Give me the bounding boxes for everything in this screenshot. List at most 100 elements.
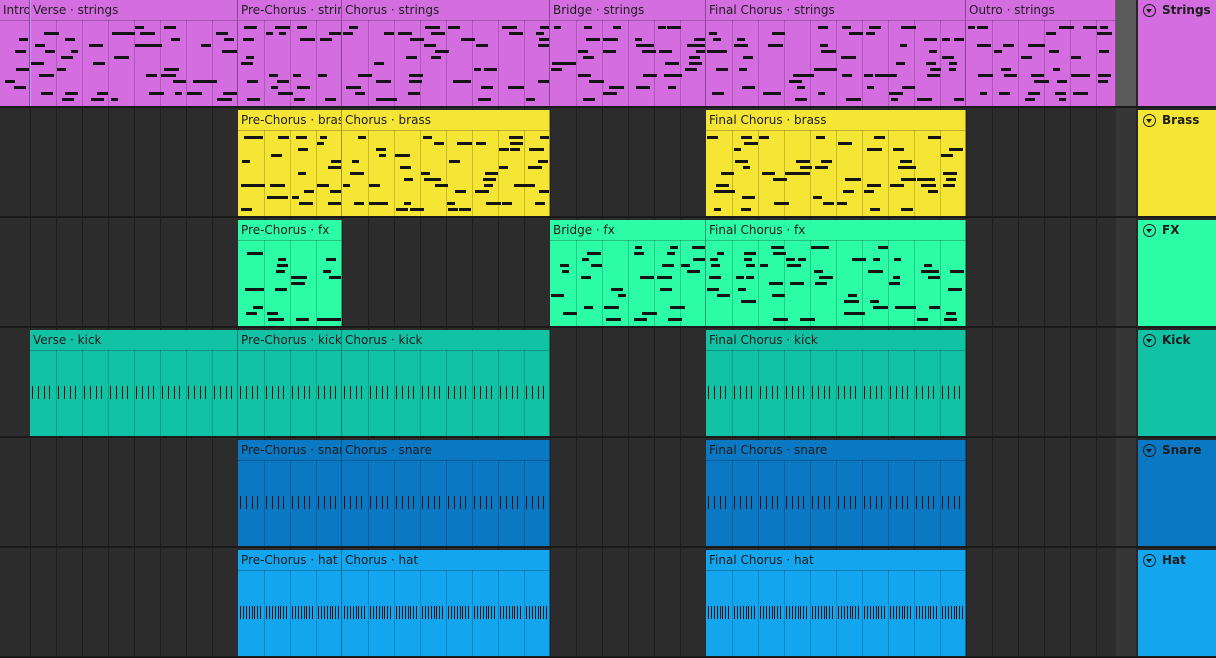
fold-toggle-icon[interactable]: [1143, 224, 1156, 237]
clip-bar-line: [186, 350, 187, 436]
midi-note: [618, 294, 626, 297]
midi-note: [735, 160, 748, 163]
midi-note: [526, 98, 535, 101]
drum-hit: [246, 496, 247, 509]
drum-hit: [740, 606, 741, 619]
playhead-marker: [30, 0, 31, 106]
track-lane[interactable]: Pre-Chorus · brass Chorus · brass Final Ch…: [0, 110, 1116, 220]
drum-hit: [474, 606, 475, 619]
bar-gridline: [82, 550, 83, 657]
midi-note: [478, 98, 491, 101]
midi-note: [396, 208, 408, 211]
clip-bar-line: [498, 570, 499, 656]
arrangement-view[interactable]: Intro · stringsVerse · stringsPre-Chorus…: [0, 0, 1116, 657]
clip[interactable]: Chorus · hat: [342, 550, 550, 656]
midi-note: [193, 80, 202, 83]
drum-hit: [766, 386, 767, 399]
clip[interactable]: Final Chorus · hat: [706, 550, 966, 656]
clip[interactable]: Intro · strings: [0, 0, 30, 106]
drum-hit: [486, 496, 487, 509]
clip[interactable]: Outro · strings: [966, 0, 1116, 106]
clip[interactable]: Final Chorus · kick: [706, 330, 966, 436]
clip[interactable]: Pre-Chorus · brass: [238, 110, 342, 216]
track-header-brass[interactable]: Brass: [1138, 110, 1216, 216]
drum-hit: [746, 496, 747, 509]
clip[interactable]: Pre-Chorus · kick: [238, 330, 342, 436]
drum-hit: [824, 496, 825, 509]
drum-hit: [751, 386, 752, 399]
clip[interactable]: Bridge · strings: [550, 0, 706, 106]
clip-bar-line: [446, 20, 447, 106]
midi-note: [604, 306, 619, 309]
midi-note: [894, 258, 901, 261]
clip[interactable]: Chorus · kick: [342, 330, 550, 436]
drum-hit: [454, 496, 455, 509]
clip-bar-line: [472, 20, 473, 106]
midi-note: [713, 38, 721, 41]
clip-bar-line: [784, 460, 785, 546]
midi-note: [1034, 80, 1049, 83]
drum-hit: [803, 606, 804, 619]
clip-bar-line: [82, 350, 83, 436]
midi-note: [643, 74, 657, 77]
clip[interactable]: Final Chorus · snare: [706, 440, 966, 546]
drum-hit: [350, 496, 351, 509]
bar-gridline: [602, 330, 603, 440]
drum-hit: [246, 386, 247, 399]
midi-note: [687, 270, 700, 273]
fold-toggle-icon[interactable]: [1143, 4, 1156, 17]
drum-hit: [922, 496, 923, 509]
clip-title: Pre-Chorus · fx: [238, 220, 341, 241]
track-lane[interactable]: Pre-Chorus · snare Chorus · snare Final Ch…: [0, 440, 1116, 550]
track-header-kick[interactable]: Kick: [1138, 330, 1216, 436]
clip[interactable]: Pre-Chorus · fx: [238, 220, 342, 326]
clip[interactable]: Final Chorus · fx: [706, 220, 966, 326]
midi-note: [636, 44, 645, 47]
scrollbar-thumb[interactable]: [1116, 0, 1136, 106]
track-header-strings[interactable]: Strings: [1138, 0, 1216, 106]
track-header-hat[interactable]: Hat: [1138, 550, 1216, 656]
drum-hit: [844, 386, 845, 399]
clip-bar-line: [446, 350, 447, 436]
clip[interactable]: Pre-Chorus · snare: [238, 440, 342, 546]
clip[interactable]: Final Chorus · brass: [706, 110, 966, 216]
drum-hit: [948, 386, 949, 399]
track-lane[interactable]: Intro · stringsVerse · stringsPre-Chorus…: [0, 0, 1116, 110]
midi-note: [657, 276, 672, 279]
clip[interactable]: Final Chorus · strings: [706, 0, 966, 106]
drum-hit: [292, 386, 293, 399]
fold-toggle-icon[interactable]: [1143, 554, 1156, 567]
midi-note: [317, 142, 324, 145]
track-header-fx[interactable]: FX: [1138, 220, 1216, 326]
clip[interactable]: Pre-Chorus · hat: [238, 550, 342, 656]
midi-note: [421, 172, 430, 175]
clip[interactable]: Chorus · brass: [342, 110, 550, 216]
drum-hit: [480, 606, 481, 619]
clip[interactable]: Chorus · strings: [342, 0, 550, 106]
track-lane[interactable]: Pre-Chorus · fx Bridge · fx Final Chorus ·…: [0, 220, 1116, 330]
clip-bar-line: [940, 130, 941, 216]
bar-gridline: [654, 110, 655, 220]
midi-note: [267, 312, 278, 315]
midi-note: [798, 258, 806, 261]
track-lane[interactable]: Verse · kick Pre-Chorus · kick Chorus · ki…: [0, 330, 1116, 440]
fold-toggle-icon[interactable]: [1143, 444, 1156, 457]
clip[interactable]: Bridge · fx: [550, 220, 706, 326]
track-header-snare[interactable]: Snare: [1138, 440, 1216, 546]
clip[interactable]: Verse · strings: [30, 0, 238, 106]
fold-toggle-icon[interactable]: [1143, 334, 1156, 347]
midi-note: [528, 166, 542, 169]
track-lane[interactable]: Pre-Chorus · hat Chorus · hat Final Chorus…: [0, 550, 1116, 657]
midi-note: [722, 190, 735, 193]
clip[interactable]: Verse · kick: [30, 330, 238, 436]
drum-hit: [916, 496, 917, 509]
fold-toggle-icon[interactable]: [1143, 114, 1156, 127]
midi-note: [875, 74, 884, 77]
clip[interactable]: Chorus · snare: [342, 440, 550, 546]
midi-note: [1004, 74, 1017, 77]
drum-hit: [312, 606, 313, 619]
drum-hit: [740, 386, 741, 399]
drum-hit: [486, 386, 487, 399]
clip[interactable]: Pre-Chorus · strings: [238, 0, 342, 106]
drum-hit: [318, 496, 319, 509]
